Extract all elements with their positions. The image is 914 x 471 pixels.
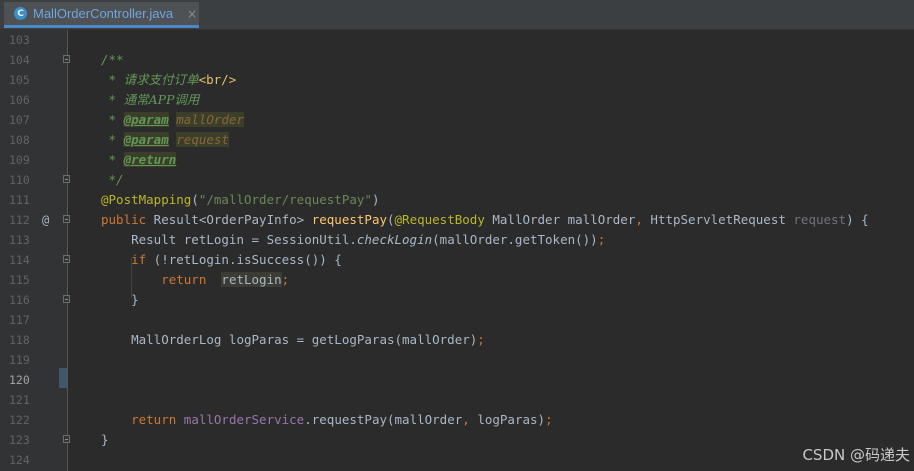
fold-toggle-icon[interactable] (63, 55, 70, 63)
code-text: Result retLogin = SessionUtil.checkLogin… (101, 232, 606, 247)
code-text: MallOrderLog logParas = getLogParas(mall… (101, 332, 485, 347)
line-number: 120 (9, 373, 30, 387)
code-line: 114 if (!retLogin.isSuccess()) { (0, 250, 914, 270)
code-line: 110 */ (0, 170, 914, 190)
line-number: 113 (9, 233, 30, 247)
line-number: 105 (9, 73, 30, 87)
line-number: 111 (9, 193, 30, 207)
line-number: 112 (9, 213, 30, 227)
editor-tab-bar: C MallOrderController.java × (0, 0, 914, 30)
fold-toggle-icon[interactable] (63, 435, 70, 443)
mapping-annotation-icon[interactable]: @ (42, 210, 49, 230)
code-line: 122 return mallOrderService.requestPay(m… (0, 410, 914, 430)
code-text: return retLogin; (101, 272, 290, 287)
line-number: 109 (9, 153, 30, 167)
code-line: 104 /** (0, 50, 914, 70)
code-line: 105 * 请求支付订单<br/> (0, 70, 914, 90)
java-class-icon: C (14, 7, 27, 20)
code-line: 103 (0, 30, 914, 50)
code-text: } (101, 292, 139, 307)
code-line: 107 * @param mallOrder (0, 110, 914, 130)
code-line: 115 return retLogin; (0, 270, 914, 290)
tab-label: MallOrderController.java (33, 6, 174, 21)
code-line: 106 * 通常APP调用 (0, 90, 914, 110)
code-text: * @param mallOrder (101, 112, 244, 127)
line-number: 103 (9, 33, 30, 47)
code-line: 123 } (0, 430, 914, 450)
watermark: CSDN @码递夫 (802, 446, 910, 464)
line-number: 108 (9, 133, 30, 147)
line-number: 124 (9, 453, 30, 467)
line-number: 117 (9, 313, 30, 327)
code-text: * 通常APP调用 (101, 92, 200, 107)
code-text: public Result<OrderPayInfo> requestPay(@… (101, 212, 869, 227)
code-text: * @return (101, 152, 177, 167)
code-line: 124 (0, 450, 914, 470)
line-number: 122 (9, 413, 30, 427)
fold-toggle-icon[interactable] (63, 295, 70, 303)
code-text: return mallOrderService.requestPay(mallO… (101, 412, 553, 427)
tab-mall-order-controller[interactable]: C MallOrderController.java × (4, 2, 199, 28)
fold-toggle-icon[interactable] (63, 215, 70, 223)
line-number: 107 (9, 113, 30, 127)
line-number: 115 (9, 273, 30, 287)
code-line: 116 } (0, 290, 914, 310)
line-number: 123 (9, 433, 30, 447)
code-editor[interactable]: 103 104 /** 105 * 请求支付订单<br/> 106 * 通常AP… (0, 30, 914, 471)
line-number: 106 (9, 93, 30, 107)
line-number: 121 (9, 393, 30, 407)
code-line: 109 * @return (0, 150, 914, 170)
line-number: 118 (9, 333, 30, 347)
code-text: /** (101, 52, 124, 67)
fold-toggle-icon[interactable] (63, 175, 70, 183)
line-number: 114 (9, 253, 30, 267)
close-icon[interactable]: × (187, 7, 197, 21)
code-line: 121 (0, 390, 914, 410)
code-line: 112 @ public Result<OrderPayInfo> reques… (0, 210, 914, 230)
code-text: @PostMapping("/mallOrder/requestPay") (101, 192, 380, 207)
code-line: 113 Result retLogin = SessionUtil.checkL… (0, 230, 914, 250)
code-line: 108 * @param request (0, 130, 914, 150)
code-line: 119 (0, 350, 914, 370)
code-line: 111 @PostMapping("/mallOrder/requestPay"… (0, 190, 914, 210)
code-text: } (101, 432, 109, 447)
line-number: 116 (9, 293, 30, 307)
code-line-current: 120 (0, 370, 914, 390)
code-text: */ (101, 172, 124, 187)
code-text: if (!retLogin.isSuccess()) { (101, 252, 342, 267)
code-text: * @param request (101, 132, 229, 147)
code-line: 118 MallOrderLog logParas = getLogParas(… (0, 330, 914, 350)
code-text: * 请求支付订单<br/> (101, 72, 237, 87)
fold-toggle-icon[interactable] (63, 255, 70, 263)
line-number: 104 (9, 53, 30, 67)
code-line: 117 (0, 310, 914, 330)
line-number: 110 (9, 173, 30, 187)
line-number: 119 (9, 353, 30, 367)
